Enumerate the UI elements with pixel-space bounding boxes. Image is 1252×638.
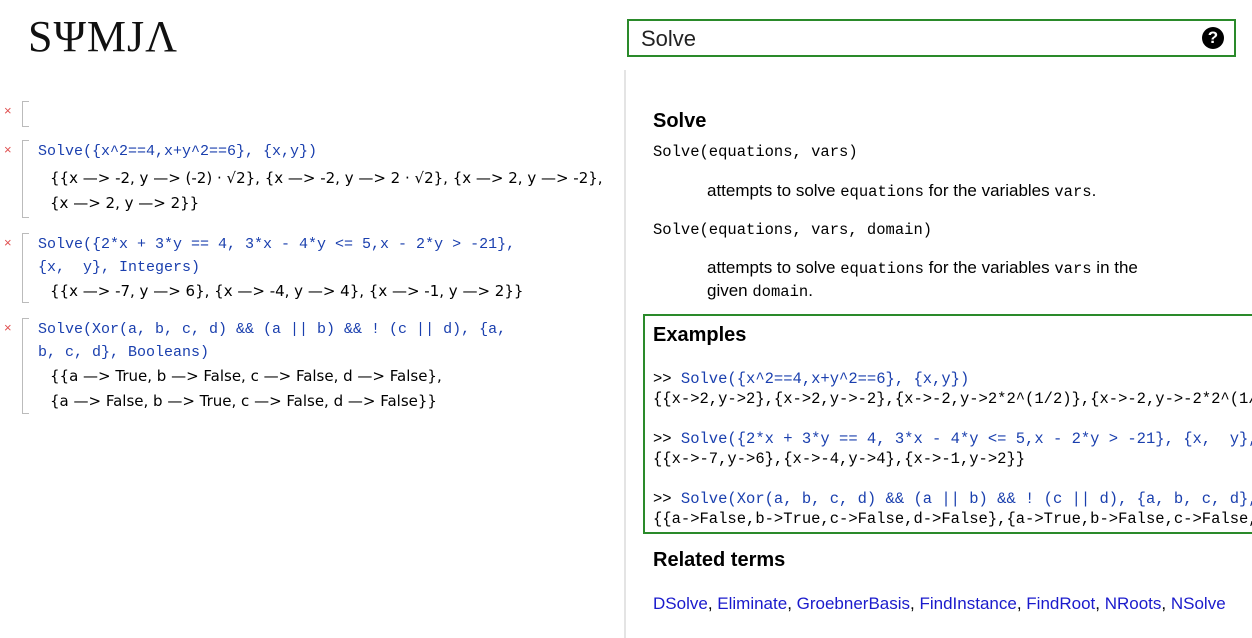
related-terms-list: DSolve, Eliminate, GroebnerBasis, FindIn… bbox=[653, 594, 1226, 613]
related-terms-title: Related terms bbox=[653, 549, 786, 571]
related-link-nsolve[interactable]: NSolve bbox=[1171, 594, 1226, 613]
related-link-findroot[interactable]: FindRoot bbox=[1026, 594, 1095, 613]
cell-output: {{x —> -2, y —> (-2) · √2}, {x —> -2, y … bbox=[50, 169, 603, 212]
delete-cell-icon[interactable]: × bbox=[4, 142, 12, 157]
examples-title: Examples bbox=[653, 324, 747, 346]
search-box: ? bbox=[627, 19, 1236, 57]
pane-divider[interactable] bbox=[624, 70, 626, 638]
example-input[interactable]: >> Solve(Xor(a, b, c, d) && (a || b) && … bbox=[653, 490, 1252, 508]
related-link-eliminate[interactable]: Eliminate bbox=[717, 594, 787, 613]
example-input[interactable]: >> Solve({2*x + 3*y == 4, 3*x - 4*y <= 5… bbox=[653, 430, 1252, 448]
doc-description: attempts to solve equations for the vari… bbox=[707, 181, 1097, 201]
doc-usage: Solve(equations, vars) bbox=[653, 143, 858, 161]
doc-description: attempts to solve equations for the vari… bbox=[707, 258, 1138, 301]
related-link-nroots[interactable]: NRoots bbox=[1105, 594, 1162, 613]
cell-bracket bbox=[22, 233, 29, 303]
example-input[interactable]: >> Solve({x^2==4,x+y^2==6}, {x,y}) bbox=[653, 370, 969, 388]
app-logo: SΨMJΛ bbox=[28, 12, 179, 61]
delete-cell-icon[interactable]: × bbox=[4, 235, 12, 250]
cell-bracket bbox=[22, 140, 29, 218]
cell-bracket bbox=[22, 318, 29, 414]
cell-bracket bbox=[22, 101, 29, 127]
examples-panel: Examples >> Solve({x^2==4,x+y^2==6}, {x,… bbox=[643, 314, 1252, 534]
related-link-dsolve[interactable]: DSolve bbox=[653, 594, 708, 613]
search-input[interactable] bbox=[641, 25, 1181, 53]
delete-cell-icon[interactable]: × bbox=[4, 320, 12, 335]
related-link-groebnerbasis[interactable]: GroebnerBasis bbox=[797, 594, 910, 613]
cell-output: {{x —> -7, y —> 6}, {x —> -4, y —> 4}, {… bbox=[50, 282, 524, 300]
cell-output: {{a —> True, b —> False, c —> False, d —… bbox=[50, 367, 442, 410]
help-icon[interactable]: ? bbox=[1202, 27, 1224, 49]
cell-input[interactable]: Solve({x^2==4,x+y^2==6}, {x,y}) bbox=[38, 140, 618, 163]
related-link-findinstance[interactable]: FindInstance bbox=[919, 594, 1016, 613]
cell-input[interactable]: Solve(Xor(a, b, c, d) && (a || b) && ! (… bbox=[38, 318, 618, 364]
example-output: {{x->-7,y->6},{x->-4,y->4},{x->-1,y->2}} bbox=[653, 450, 1026, 468]
cell-input[interactable]: Solve({2*x + 3*y == 4, 3*x - 4*y <= 5,x … bbox=[38, 233, 618, 279]
doc-title: Solve bbox=[653, 110, 707, 132]
example-output: {{a->False,b->True,c->False,d->False},{a… bbox=[653, 510, 1252, 528]
doc-usage: Solve(equations, vars, domain) bbox=[653, 221, 933, 239]
delete-cell-icon[interactable]: × bbox=[4, 103, 12, 118]
example-output: {{x->2,y->2},{x->2,y->-2},{x->-2,y->2*2^… bbox=[653, 390, 1252, 408]
